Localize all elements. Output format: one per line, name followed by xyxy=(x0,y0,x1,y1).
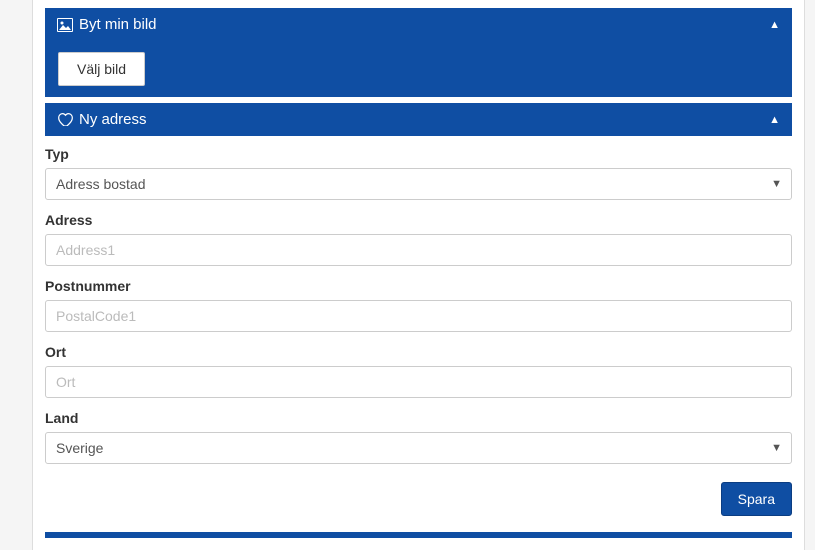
address-input[interactable] xyxy=(45,234,792,266)
postalcode-label: Postnummer xyxy=(45,278,792,294)
new-address-header[interactable]: Ny adress ▲ xyxy=(45,103,792,136)
choose-image-button[interactable]: Välj bild xyxy=(58,52,145,86)
main-content-panel: Byt min bild ▲ Välj bild Ny adress ▲ Typ… xyxy=(32,0,805,550)
postalcode-input[interactable] xyxy=(45,300,792,332)
country-select[interactable]: Sverige xyxy=(45,432,792,464)
caret-up-icon: ▲ xyxy=(769,114,780,126)
heart-icon xyxy=(57,113,73,127)
type-label: Typ xyxy=(45,146,792,162)
address-label: Adress xyxy=(45,212,792,228)
country-label: Land xyxy=(45,410,792,426)
change-image-header[interactable]: Byt min bild ▲ xyxy=(45,8,792,41)
city-label: Ort xyxy=(45,344,792,360)
save-button[interactable]: Spara xyxy=(721,482,792,516)
caret-up-icon: ▲ xyxy=(769,19,780,31)
change-image-title: Byt min bild xyxy=(79,16,157,33)
image-icon xyxy=(57,18,73,32)
city-input[interactable] xyxy=(45,366,792,398)
type-select[interactable]: Adress bostad xyxy=(45,168,792,200)
change-image-body: Välj bild xyxy=(45,41,792,97)
new-address-title: Ny adress xyxy=(79,111,147,128)
collapsed-panel-bar[interactable] xyxy=(45,532,792,538)
new-address-form: Typ Adress bostad ▼ Adress Postnummer Or… xyxy=(45,136,792,538)
